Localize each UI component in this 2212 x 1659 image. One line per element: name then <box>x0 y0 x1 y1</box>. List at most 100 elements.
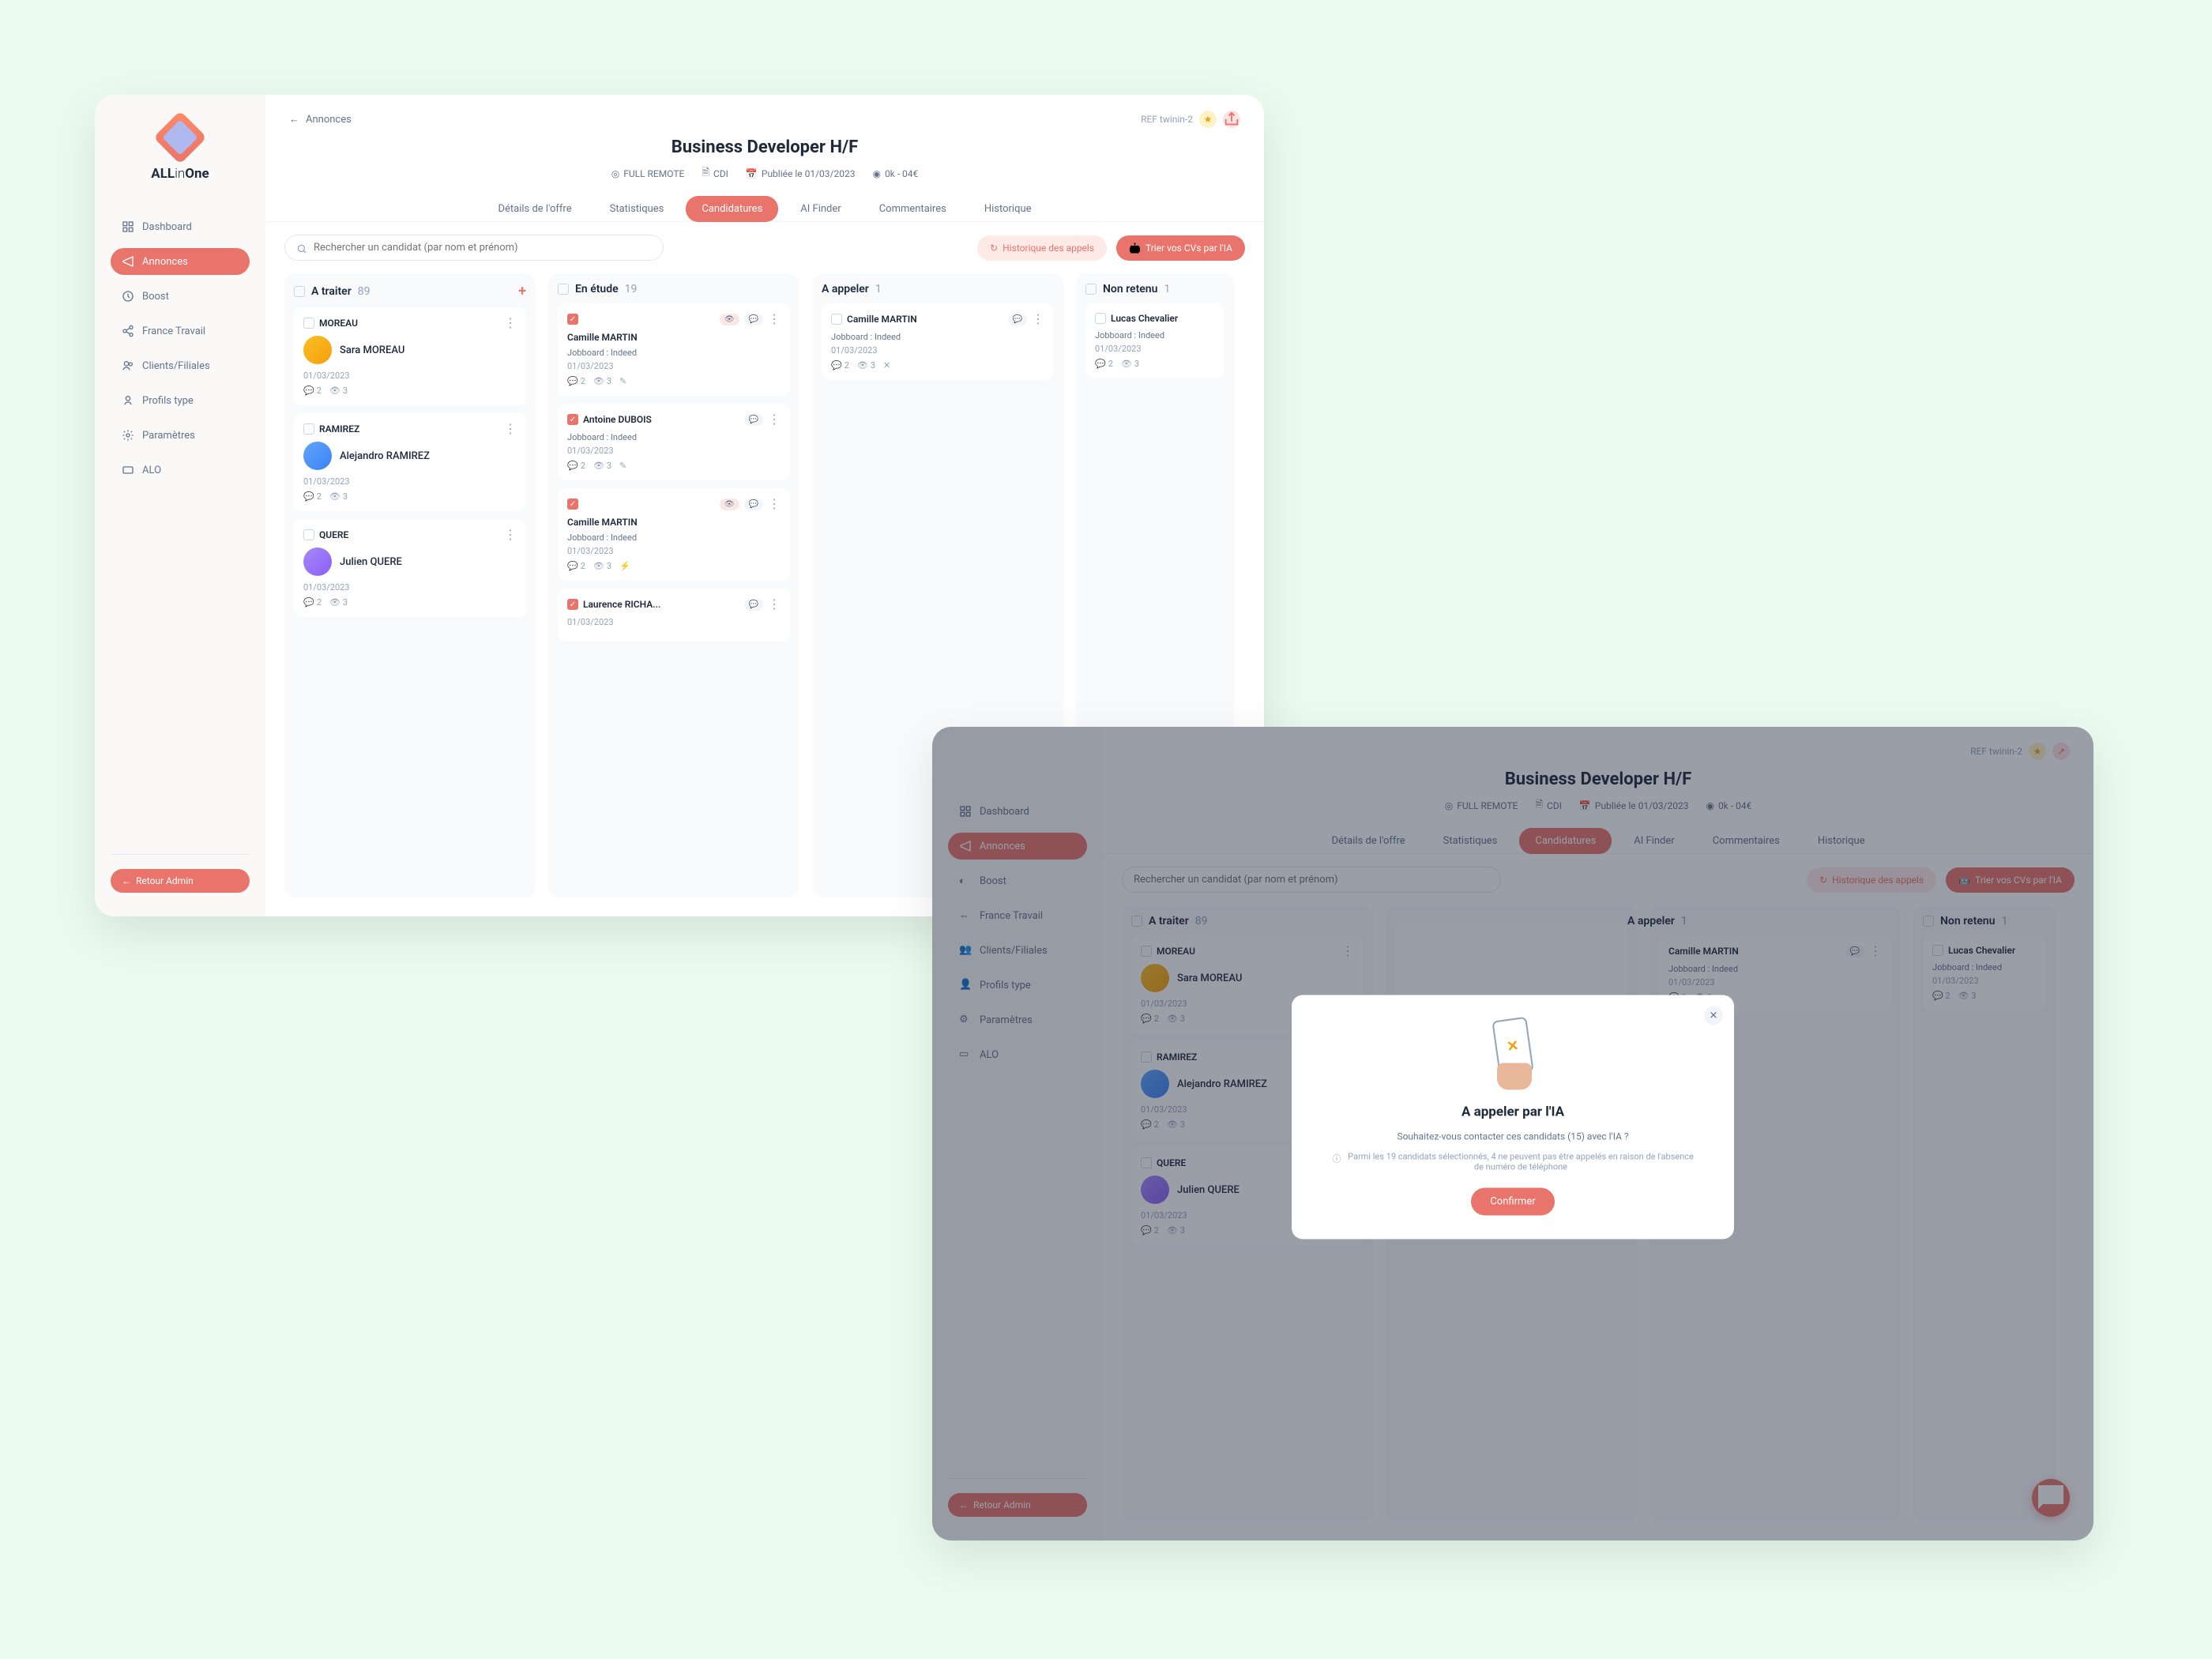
candidate-card[interactable]: MOREAU⋮ Sara MOREAU 01/03/2023 💬 2👁 3 <box>294 307 526 405</box>
candidate-card[interactable]: Lucas Chevalier Jobboard : Indeed 01/03/… <box>1085 303 1224 378</box>
sort-ai-button[interactable]: 🤖Trier vos CVs par l'IA <box>1116 235 1245 261</box>
tab-candidatures[interactable]: Candidatures <box>686 196 778 222</box>
column-checkbox[interactable] <box>294 286 305 297</box>
toolbar: ↻Historique des appels 🤖Trier vos CVs pa… <box>265 222 1264 273</box>
column-checkbox[interactable] <box>558 284 569 295</box>
candidate-card[interactable]: 👁💬⋮ Camille MARTIN Jobboard : Indeed 01/… <box>558 303 790 396</box>
candidate-card[interactable]: Camille MARTIN💬⋮ Jobboard : Indeed 01/03… <box>822 303 1054 380</box>
search-box[interactable] <box>284 235 664 261</box>
return-admin-button[interactable]: ←Retour Admin <box>111 869 250 893</box>
arrow-left-icon: ← <box>122 875 131 886</box>
gear-icon <box>122 429 134 442</box>
column-title: A appeler <box>822 283 869 295</box>
stat-views: 👁 3 <box>329 491 348 502</box>
confirm-button[interactable]: Confirmer <box>1471 1188 1554 1216</box>
tab-stats[interactable]: Statistiques <box>594 196 680 222</box>
column-title: A traiter <box>311 285 352 298</box>
card-source: Jobboard : Indeed <box>567 432 781 442</box>
card-lastname: QUERE <box>319 529 499 540</box>
card-source: Jobboard : Indeed <box>831 332 1044 342</box>
nav-boost[interactable]: Boost <box>111 283 250 310</box>
candidate-card[interactable]: Laurence RICHA...💬⋮ 01/03/2023 <box>558 589 790 641</box>
column-count: 1 <box>1164 283 1170 295</box>
share-icon <box>122 325 134 337</box>
card-menu-button[interactable]: ⋮ <box>504 317 517 329</box>
card-checkbox[interactable] <box>567 314 578 325</box>
card-menu-button[interactable]: ⋮ <box>768 498 781 510</box>
nav-profils[interactable]: Profils type <box>111 387 250 414</box>
pill-badge: 👁 <box>720 498 739 510</box>
megaphone-icon <box>122 255 134 268</box>
card-checkbox[interactable] <box>1095 313 1106 324</box>
card-lastname: RAMIREZ <box>319 423 499 434</box>
column-checkbox[interactable] <box>1085 284 1097 295</box>
history-button[interactable]: ↻Historique des appels <box>977 235 1107 261</box>
candidate-card[interactable]: QUERE⋮ Julien QUERE 01/03/2023 💬 2👁 3 <box>294 519 526 617</box>
column-count: 19 <box>625 283 638 295</box>
stat-views: 👁 3 <box>593 376 611 386</box>
card-fullname: Camille MARTIN <box>847 314 1003 325</box>
stat-extra-icon: ✕ <box>883 360 890 371</box>
candidate-card[interactable]: Antoine DUBOIS 💬 ⋮ Jobboard : Indeed 01/03… <box>558 404 790 480</box>
nav-clients[interactable]: Clients/Filiales <box>111 352 250 379</box>
nav-dashboard[interactable]: Dashboard <box>111 213 250 240</box>
card-checkbox[interactable] <box>567 414 578 425</box>
card-checkbox[interactable] <box>303 529 314 540</box>
column-title: Non retenu <box>1103 283 1157 295</box>
tab-details[interactable]: Détails de l'offre <box>482 196 587 222</box>
meta-contract: 🗎 CDI <box>702 165 728 182</box>
modal-illustration <box>1481 1019 1544 1090</box>
share-button[interactable] <box>1223 111 1240 128</box>
add-card-button[interactable]: + <box>518 283 526 299</box>
modal-close-button[interactable]: ✕ <box>1704 1006 1723 1025</box>
nav-france[interactable]: France Travail <box>111 318 250 344</box>
card-fullname: Camille MARTIN <box>567 517 781 528</box>
card-menu-button[interactable]: ⋮ <box>1032 313 1044 325</box>
card-date: 01/03/2023 <box>831 345 1044 356</box>
card-menu-button[interactable]: ⋮ <box>768 413 781 426</box>
tab-comments[interactable]: Commentaires <box>863 196 962 222</box>
card-date: 01/03/2023 <box>567 617 781 627</box>
sidebar: ALLinOne Dashboard Annonces Boost France… <box>95 95 265 916</box>
card-date: 01/03/2023 <box>303 582 517 592</box>
tab-history[interactable]: Historique <box>969 196 1048 222</box>
divider <box>111 854 250 855</box>
card-menu-button[interactable]: ⋮ <box>504 423 517 435</box>
tab-ai-finder[interactable]: AI Finder <box>784 196 856 222</box>
card-fullname: Antoine DUBOIS <box>583 414 739 425</box>
rocket-icon <box>122 290 134 303</box>
card-checkbox[interactable] <box>567 498 578 510</box>
card-date: 01/03/2023 <box>567 446 781 456</box>
card-menu-button[interactable]: ⋮ <box>768 598 781 611</box>
column-en-etude: En étude19 👁💬⋮ Camille MARTIN Jobboard :… <box>548 273 799 897</box>
card-checkbox[interactable] <box>303 318 314 329</box>
modal-subtitle: Souhaitez-vous contacter ces candidats (… <box>1315 1131 1710 1142</box>
avatar <box>303 547 332 576</box>
candidate-card[interactable]: RAMIREZ⋮ Alejandro RAMIREZ 01/03/2023 💬 … <box>294 413 526 511</box>
search-input[interactable] <box>314 242 652 254</box>
card-date: 01/03/2023 <box>303 476 517 487</box>
users-icon <box>122 359 134 372</box>
nav-annonces[interactable]: Annonces <box>111 248 250 275</box>
card-checkbox[interactable] <box>831 314 842 325</box>
stat-comments: 💬 2 <box>831 360 849 371</box>
modal-title: A appeler par l'IA <box>1315 1104 1710 1120</box>
card-menu-button[interactable]: ⋮ <box>768 313 781 325</box>
card-checkbox[interactable] <box>303 423 314 434</box>
card-source: Jobboard : Indeed <box>567 532 781 543</box>
card-fullname: Laurence RICHA... <box>583 599 739 610</box>
logo: ALLinOne <box>111 118 250 182</box>
candidate-card[interactable]: 👁💬⋮ Camille MARTIN Jobboard : Indeed 01/… <box>558 488 790 581</box>
pill-badge: 💬 <box>744 414 763 426</box>
card-checkbox[interactable] <box>567 599 578 610</box>
info-icon: ⓘ <box>1331 1153 1342 1164</box>
star-button[interactable]: ★ <box>1199 111 1217 128</box>
stat-comments: 💬 2 <box>1095 359 1113 369</box>
back-link[interactable]: ←Annonces <box>289 113 352 126</box>
stat-views: 👁 3 <box>329 386 348 396</box>
stat-comments: 💬 2 <box>303 386 322 396</box>
nav-params[interactable]: Paramètres <box>111 422 250 449</box>
ref-text: REF twinin-2 <box>1141 114 1193 125</box>
card-menu-button[interactable]: ⋮ <box>504 529 517 541</box>
nav-alo[interactable]: ALO <box>111 457 250 483</box>
